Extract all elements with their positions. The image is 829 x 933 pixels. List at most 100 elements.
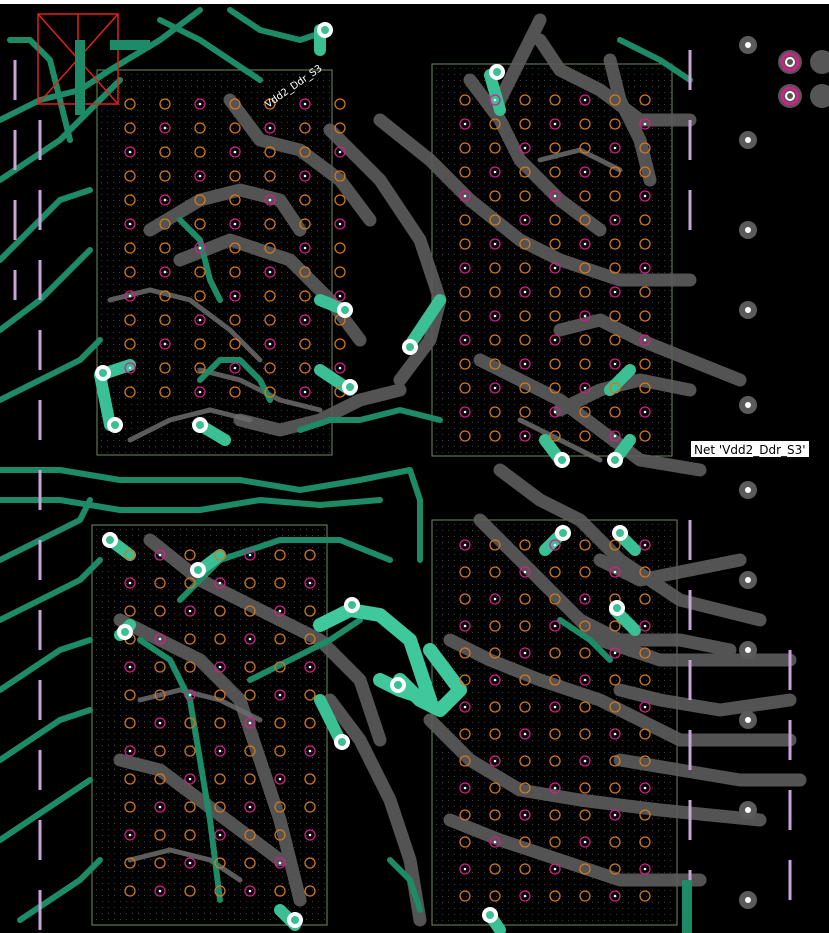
pour-dot xyxy=(215,170,216,171)
pour-dot xyxy=(275,416,276,417)
pour-dot xyxy=(173,398,174,399)
pour-dot xyxy=(125,122,126,123)
pour-dot xyxy=(568,164,569,165)
pour-dot xyxy=(119,320,120,321)
pour-dot xyxy=(442,218,443,219)
pour-dot xyxy=(299,374,300,375)
pour-dot xyxy=(598,404,599,405)
pour-dot xyxy=(323,86,324,87)
pour-dot xyxy=(245,314,246,315)
pour-dot xyxy=(317,104,318,105)
pour-dot xyxy=(185,272,186,273)
pour-dot xyxy=(460,308,461,309)
pour-dot xyxy=(125,434,126,435)
pour-dot xyxy=(658,170,659,171)
pour-dot xyxy=(287,392,288,393)
pour-dot xyxy=(125,416,126,417)
pour-dot xyxy=(281,188,282,189)
pour-dot xyxy=(526,356,527,357)
pour-dot xyxy=(215,278,216,279)
pour-dot xyxy=(131,212,132,213)
pcb-layout-canvas[interactable]: Vdd2_Ddr_S3 xyxy=(0,0,829,933)
pour-dot xyxy=(604,128,605,129)
pour-dot xyxy=(490,128,491,129)
pour-dot xyxy=(580,116,581,117)
pour-dot xyxy=(466,290,467,291)
pour-dot xyxy=(544,146,545,147)
pour-dot xyxy=(245,284,246,285)
pour-dot xyxy=(263,404,264,405)
pour-dot xyxy=(670,272,671,273)
pour-dot xyxy=(119,446,120,447)
pour-dot xyxy=(454,380,455,381)
pour-dot xyxy=(454,416,455,417)
pour-dot xyxy=(227,260,228,261)
pour-dot xyxy=(317,236,318,237)
pour-dot xyxy=(191,284,192,285)
pour-dot xyxy=(622,416,623,417)
pour-dot xyxy=(526,188,527,189)
pour-dot xyxy=(598,248,599,249)
pour-dot xyxy=(173,98,174,99)
pour-dot xyxy=(161,110,162,111)
pour-dot xyxy=(107,206,108,207)
pour-dot xyxy=(305,134,306,135)
pour-dot xyxy=(263,122,264,123)
pour-dot xyxy=(670,416,671,417)
pour-dot xyxy=(520,278,521,279)
pour-dot xyxy=(436,368,437,369)
pour-dot xyxy=(185,86,186,87)
pour-dot xyxy=(610,224,611,225)
pour-dot xyxy=(245,182,246,183)
pour-dot xyxy=(442,98,443,99)
pour-dot xyxy=(460,416,461,417)
pour-dot xyxy=(317,392,318,393)
pour-dot xyxy=(610,182,611,183)
pour-dot xyxy=(143,110,144,111)
pour-dot xyxy=(311,254,312,255)
pour-dot xyxy=(173,164,174,165)
pour-dot xyxy=(113,170,114,171)
pour-dot xyxy=(137,164,138,165)
pour-dot xyxy=(317,314,318,315)
pour-dot xyxy=(125,290,126,291)
pour-dot xyxy=(275,80,276,81)
pour-dot xyxy=(149,284,150,285)
pour-dot xyxy=(520,284,521,285)
pour-dot xyxy=(622,266,623,267)
pour-dot xyxy=(544,272,545,273)
pour-dot xyxy=(221,98,222,99)
pour-dot xyxy=(203,224,204,225)
pour-dot xyxy=(628,80,629,81)
pour-dot xyxy=(287,74,288,75)
pour-dot xyxy=(233,176,234,177)
pour-dot xyxy=(221,164,222,165)
pour-dot xyxy=(179,74,180,75)
pour-dot xyxy=(472,188,473,189)
pour-dot xyxy=(173,134,174,135)
pour-dot xyxy=(209,350,210,351)
pour-dot xyxy=(448,338,449,339)
pour-dot xyxy=(484,320,485,321)
pour-dot xyxy=(245,308,246,309)
pour-dot xyxy=(580,344,581,345)
pour-dot xyxy=(263,440,264,441)
pour-dot xyxy=(466,410,467,411)
pour-dot xyxy=(544,278,545,279)
pour-dot xyxy=(532,194,533,195)
pour-dot xyxy=(107,278,108,279)
pour-dot xyxy=(514,278,515,279)
pour-dot xyxy=(520,134,521,135)
pour-dot xyxy=(185,248,186,249)
pour-dot xyxy=(113,176,114,177)
pour-dot xyxy=(191,116,192,117)
pour-dot xyxy=(436,356,437,357)
pour-dot xyxy=(454,194,455,195)
pour-dot xyxy=(502,164,503,165)
pour-dot xyxy=(610,368,611,369)
pour-dot xyxy=(185,230,186,231)
pour-dot xyxy=(646,188,647,189)
pour-dot xyxy=(454,146,455,147)
pour-dot xyxy=(287,236,288,237)
pour-dot xyxy=(628,224,629,225)
